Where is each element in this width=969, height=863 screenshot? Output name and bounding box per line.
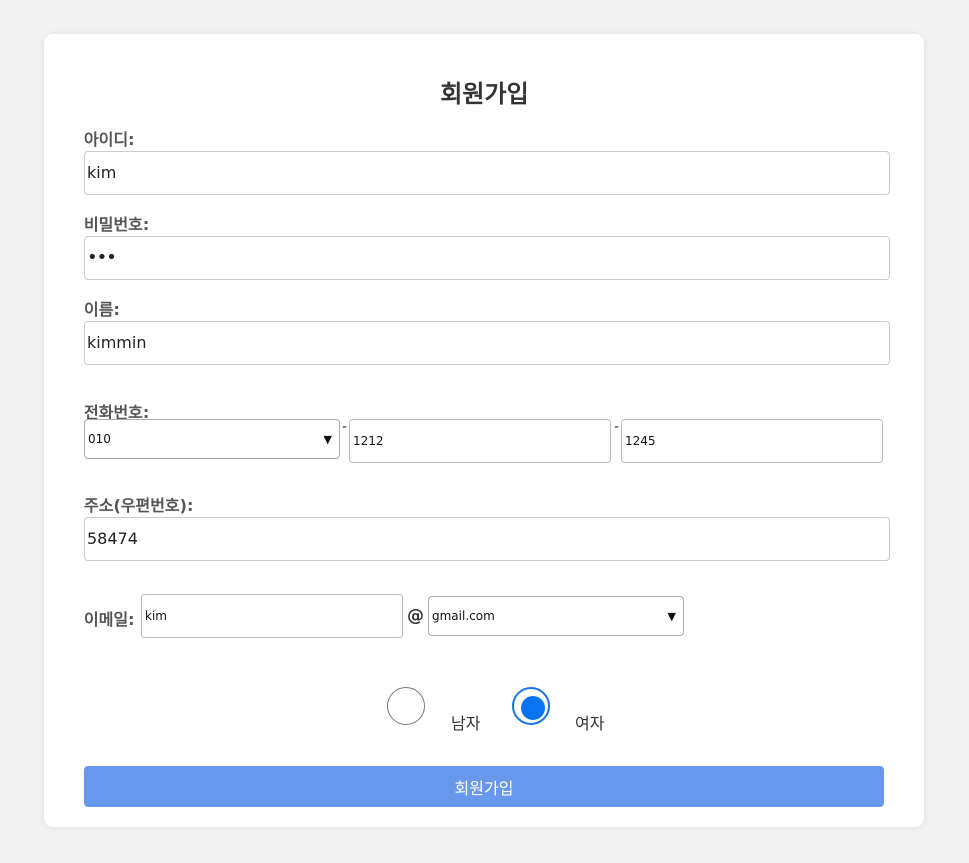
id-label: 아이디:	[84, 130, 135, 149]
address-label: 주소(우편번호):	[84, 496, 194, 515]
email-label: 이메일:	[84, 610, 135, 629]
phone-separator: -	[614, 419, 620, 435]
gender-male-label: 남자	[451, 714, 481, 733]
page-title: 회원가입	[440, 80, 529, 108]
email-domain-value: gmail.com	[432, 609, 495, 623]
email-user-value: kim	[145, 609, 167, 623]
phone-prefix-value: 010	[88, 432, 111, 446]
password-label: 비밀번호:	[84, 215, 150, 234]
address-value: 58474	[87, 529, 138, 548]
id-input[interactable]: kim	[84, 151, 890, 195]
submit-button-label: 회원가입	[454, 778, 514, 798]
phone-middle-value: 1212	[353, 434, 384, 448]
password-value: •••	[87, 247, 117, 268]
address-input[interactable]: 58474	[84, 517, 890, 561]
id-value: kim	[87, 163, 117, 182]
password-input[interactable]: •••	[84, 236, 890, 280]
chevron-down-icon: ▼	[323, 432, 332, 446]
phone-separator: -	[342, 419, 348, 435]
phone-middle-input[interactable]: 1212	[349, 419, 611, 463]
phone-last-value: 1245	[625, 434, 656, 448]
name-label: 이름:	[84, 300, 120, 319]
gender-male-radio[interactable]	[387, 687, 425, 725]
chevron-down-icon: ▼	[667, 609, 676, 623]
gender-female-label: 여자	[575, 714, 605, 733]
phone-last-input[interactable]: 1245	[621, 419, 883, 463]
name-input[interactable]: kimmin	[84, 321, 890, 365]
name-value: kimmin	[87, 333, 147, 352]
email-domain-select[interactable]: gmail.com ▼	[428, 596, 684, 636]
at-sign: @	[407, 606, 424, 626]
gender-female-radio[interactable]	[512, 687, 550, 725]
phone-prefix-select[interactable]: 010 ▼	[84, 419, 340, 459]
email-user-input[interactable]: kim	[141, 594, 403, 638]
submit-button[interactable]: 회원가입	[84, 766, 884, 807]
